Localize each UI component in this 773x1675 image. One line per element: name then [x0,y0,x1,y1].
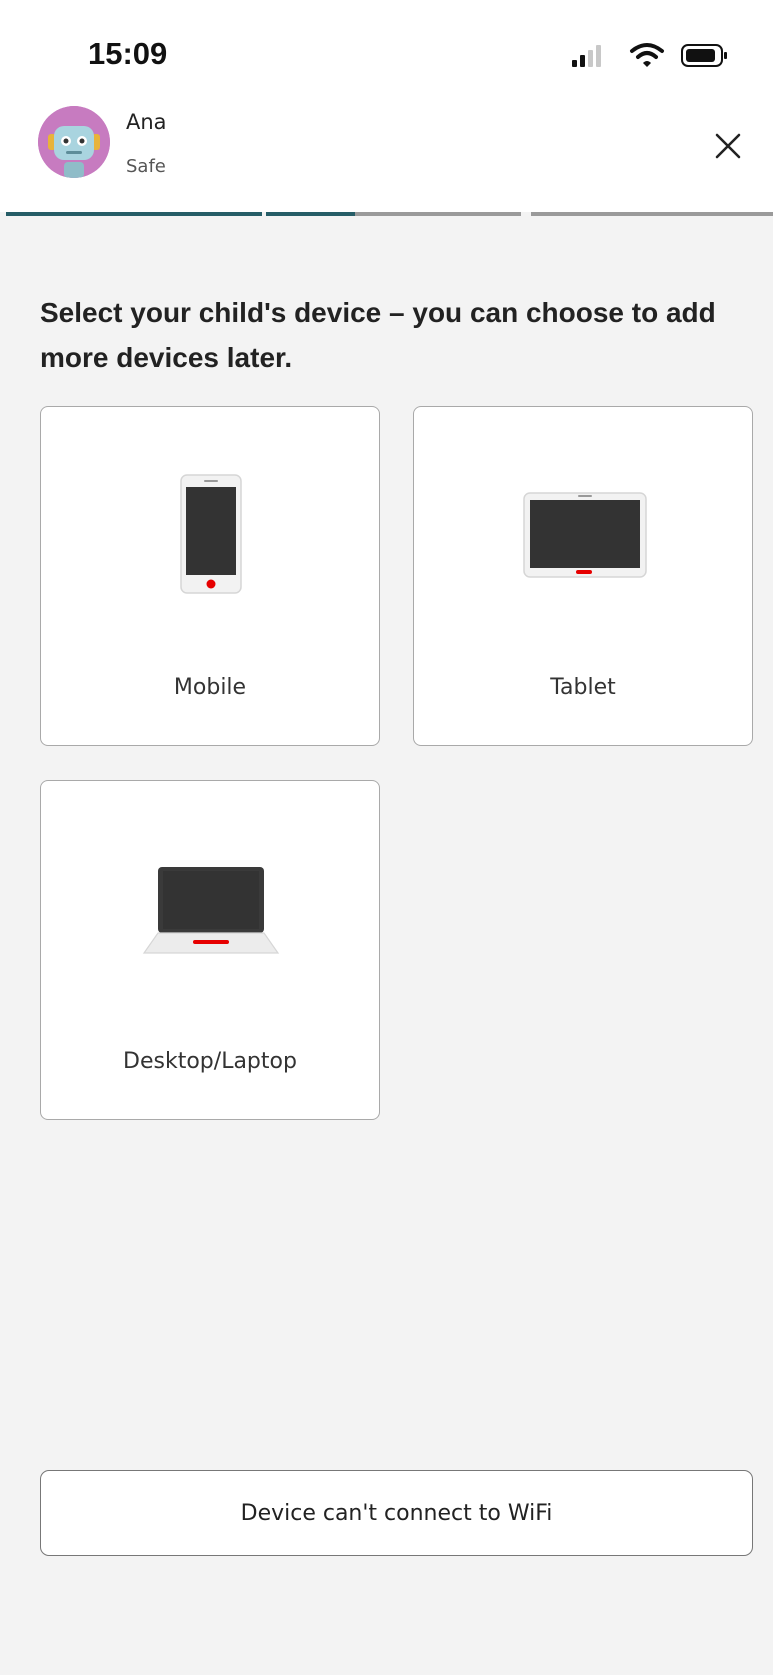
tablet-icon [523,492,647,578]
close-button[interactable] [708,126,748,166]
progress-step-2 [266,212,521,216]
laptop-icon [142,867,280,954]
status-time: 15:09 [88,36,168,71]
device-cant-connect-wifi-button[interactable]: Device can't connect to WiFi [40,1470,753,1556]
progress-step-1 [6,212,262,216]
progress-step-2-fill [266,212,356,216]
device-label-desktop-laptop: Desktop/Laptop [123,1049,297,1074]
cellular-signal-icon [572,45,601,67]
device-label-mobile: Mobile [173,675,247,700]
profile-name: Ana [126,110,167,134]
profile-header: Ana Safe [0,100,773,212]
wifi-icon [630,43,664,67]
status-icons [572,43,727,67]
robot-avatar-icon [38,106,110,178]
device-label-tablet: Tablet [550,675,616,700]
device-card-desktop-laptop[interactable]: Desktop/Laptop [40,780,380,1120]
mobile-phone-icon [180,474,242,594]
add-device-screen: 15:09 Ana Safe Select your child's devic… [0,0,773,1675]
avatar [38,106,110,178]
status-bar: 15:09 [0,0,773,100]
progress-bar [6,212,773,216]
close-icon [715,133,741,159]
profile-status: Safe [126,156,166,177]
battery-icon [681,44,727,67]
device-selection-prompt: Select your child's device – you can cho… [40,297,716,373]
device-card-tablet[interactable]: Tablet [413,406,753,746]
device-card-mobile[interactable]: Mobile [40,406,380,746]
progress-step-3 [531,212,773,216]
